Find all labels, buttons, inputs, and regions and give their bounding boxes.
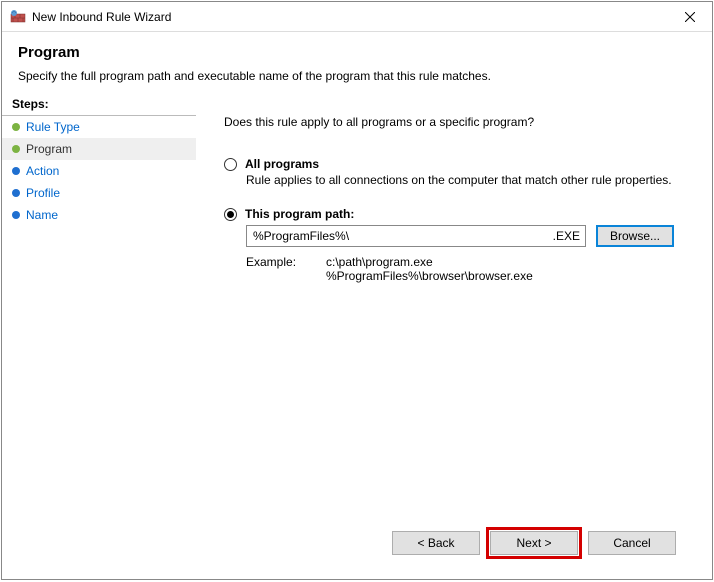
- bullet-icon: [12, 123, 20, 131]
- close-button[interactable]: [667, 2, 712, 32]
- back-button[interactable]: < Back: [392, 531, 480, 555]
- example-label: Example:: [246, 255, 326, 283]
- step-profile[interactable]: Profile: [2, 182, 196, 204]
- step-action[interactable]: Action: [2, 160, 196, 182]
- program-path-input[interactable]: [246, 225, 586, 247]
- radio-this-program[interactable]: This program path:: [224, 207, 694, 221]
- page-header: Program Specify the full program path an…: [2, 32, 712, 91]
- window-title: New Inbound Rule Wizard: [32, 10, 667, 24]
- page-title: Program: [18, 44, 696, 61]
- radio-all-programs[interactable]: All programs: [224, 157, 694, 171]
- radio-all-desc: Rule applies to all connections on the c…: [246, 173, 694, 187]
- question-text: Does this rule apply to all programs or …: [224, 115, 694, 129]
- step-link[interactable]: Action: [26, 164, 59, 178]
- step-link[interactable]: Name: [26, 208, 58, 222]
- example-paths: c:\path\program.exe %ProgramFiles%\brows…: [326, 255, 533, 283]
- firewall-icon: [10, 9, 26, 25]
- close-icon: [685, 12, 695, 22]
- bullet-icon: [12, 145, 20, 153]
- step-link[interactable]: Profile: [26, 186, 60, 200]
- steps-sidebar: Steps: Rule Type Program Action Profile …: [2, 91, 196, 579]
- step-rule-type[interactable]: Rule Type: [2, 116, 196, 138]
- step-link[interactable]: Program: [26, 142, 72, 156]
- browse-button[interactable]: Browse...: [596, 225, 674, 247]
- wizard-content: Does this rule apply to all programs or …: [196, 91, 712, 579]
- titlebar: New Inbound Rule Wizard: [2, 2, 712, 32]
- program-path-row: .EXE Browse...: [246, 225, 694, 247]
- next-button[interactable]: Next >: [490, 531, 578, 555]
- step-name[interactable]: Name: [2, 204, 196, 226]
- radio-icon: [224, 158, 237, 171]
- radio-label: All programs: [245, 157, 319, 171]
- wizard-footer: < Back Next > Cancel: [224, 521, 694, 569]
- example-line: c:\path\program.exe: [326, 255, 533, 269]
- radio-label: This program path:: [245, 207, 354, 221]
- example-line: %ProgramFiles%\browser\browser.exe: [326, 269, 533, 283]
- wizard-window: New Inbound Rule Wizard Program Specify …: [1, 1, 713, 580]
- bullet-icon: [12, 189, 20, 197]
- radio-icon: [224, 208, 237, 221]
- steps-heading: Steps:: [2, 91, 196, 116]
- wizard-body: Steps: Rule Type Program Action Profile …: [2, 91, 712, 579]
- cancel-button[interactable]: Cancel: [588, 531, 676, 555]
- path-input-wrapper: .EXE: [246, 225, 586, 247]
- step-link[interactable]: Rule Type: [26, 120, 80, 134]
- bullet-icon: [12, 167, 20, 175]
- step-program[interactable]: Program: [2, 138, 196, 160]
- page-subtitle: Specify the full program path and execut…: [18, 69, 696, 83]
- example-row: Example: c:\path\program.exe %ProgramFil…: [246, 255, 694, 283]
- bullet-icon: [12, 211, 20, 219]
